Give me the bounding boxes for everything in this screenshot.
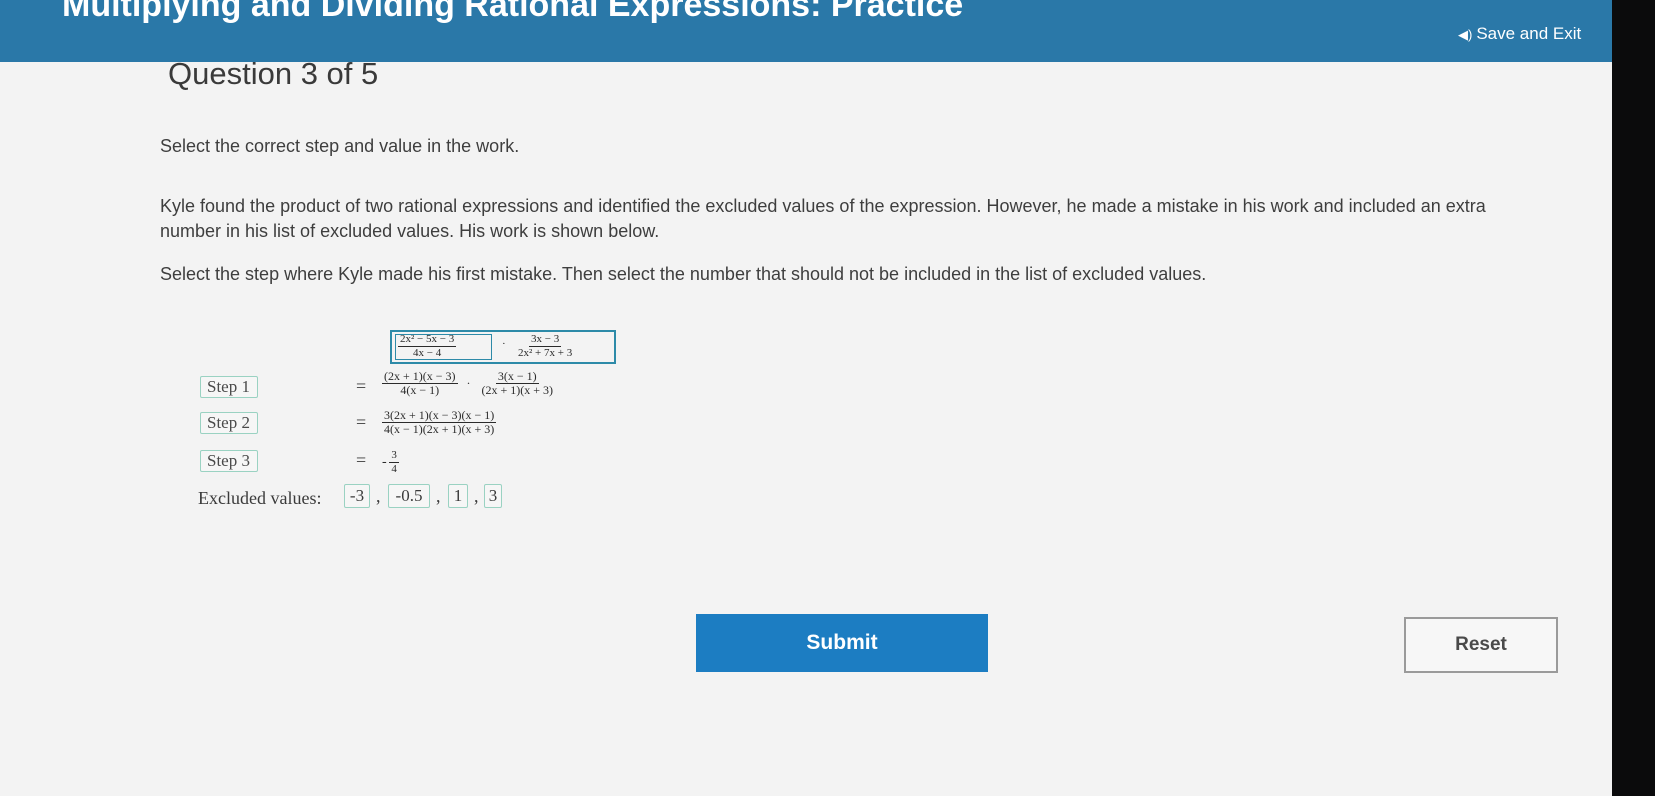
save-and-exit-button[interactable]: ◀) Save and Exit [1458, 24, 1581, 44]
step-1-second-fraction: 3(x − 1) (2x + 1)(x + 3) [480, 370, 556, 397]
step-2-equals: = [356, 412, 367, 432]
step-1-second-numerator: 3(x − 1) [495, 369, 539, 384]
description-text: Kyle found the product of two rational e… [160, 196, 1486, 241]
speaker-icon: ◀) [1458, 27, 1473, 42]
app-frame: Multiplying and Dividing Rational Expres… [0, 0, 1612, 796]
step-3-button[interactable]: Step 3 [200, 450, 258, 472]
original-expression: 2x² − 5x − 3 4x − 4 · 3x − 3 2x² + 7x + … [390, 330, 616, 364]
step-2-expression: 3(2x + 1)(x − 3)(x − 1) 4(x − 1)(2x + 1)… [382, 408, 497, 436]
step-3-sign: - [382, 454, 387, 470]
step-1-equals: = [356, 376, 367, 396]
step-2-numerator: 3(2x + 1)(x − 3)(x − 1) [382, 408, 497, 423]
step-1-first-numerator: (2x + 1)(x − 3) [382, 369, 458, 384]
save-and-exit-label: Save and Exit [1476, 24, 1582, 43]
excluded-value-button[interactable]: -3 [344, 484, 370, 508]
excluded-value-button[interactable]: 3 [484, 484, 502, 508]
step-2-denominator: 4(x − 1)(2x + 1)(x + 3) [384, 422, 495, 436]
step-1-multiply-dot: · [466, 376, 471, 390]
step-1-first-denominator: 4(x − 1) [400, 383, 440, 397]
task-text: Select the step where Kyle made his firs… [160, 264, 1207, 284]
first-denominator: 4x − 4 [413, 347, 442, 359]
step-1-expression: (2x + 1)(x − 3) 4(x − 1) · 3(x − 1) (2x … [382, 370, 555, 397]
step-3-fraction: 3 4 [389, 449, 399, 476]
instruction-text: Select the correct step and value in the… [160, 136, 520, 156]
reset-button[interactable]: Reset [1404, 617, 1558, 673]
step-3-denominator: 4 [391, 463, 397, 475]
page-title: Multiplying and Dividing Rational Expres… [62, 0, 964, 24]
first-numerator: 2x² − 5x − 3 [398, 333, 457, 347]
step-3-numerator: 3 [389, 449, 399, 463]
step-1-button[interactable]: Step 1 [200, 376, 258, 398]
separator: , [376, 486, 381, 506]
step-2-fraction: 3(2x + 1)(x − 3)(x − 1) 4(x − 1)(2x + 1)… [382, 408, 497, 436]
question-counter: Question 3 of 5 [168, 56, 379, 91]
excluded-values-label: Excluded values: [198, 488, 322, 508]
step-1-first-fraction: (2x + 1)(x − 3) 4(x − 1) [382, 370, 458, 397]
second-numerator: 3x − 3 [529, 333, 562, 347]
second-denominator: 2x² + 7x + 3 [518, 347, 573, 359]
first-fraction: 2x² − 5x − 3 4x − 4 [398, 333, 457, 360]
step-3-expression: - 3 4 [382, 449, 399, 476]
step-2-button[interactable]: Step 2 [200, 412, 258, 434]
separator: , [474, 486, 479, 506]
submit-button[interactable]: Submit [696, 614, 988, 672]
excluded-value-button[interactable]: -0.5 [388, 484, 430, 508]
excluded-value-button[interactable]: 1 [448, 484, 468, 508]
step-3-equals: = [356, 450, 367, 470]
multiply-dot: · [502, 338, 506, 350]
second-fraction: 3x − 3 2x² + 7x + 3 [516, 333, 574, 360]
step-1-second-denominator: (2x + 1)(x + 3) [481, 383, 554, 397]
separator: , [436, 486, 441, 506]
header-bar: Multiplying and Dividing Rational Expres… [0, 0, 1612, 62]
